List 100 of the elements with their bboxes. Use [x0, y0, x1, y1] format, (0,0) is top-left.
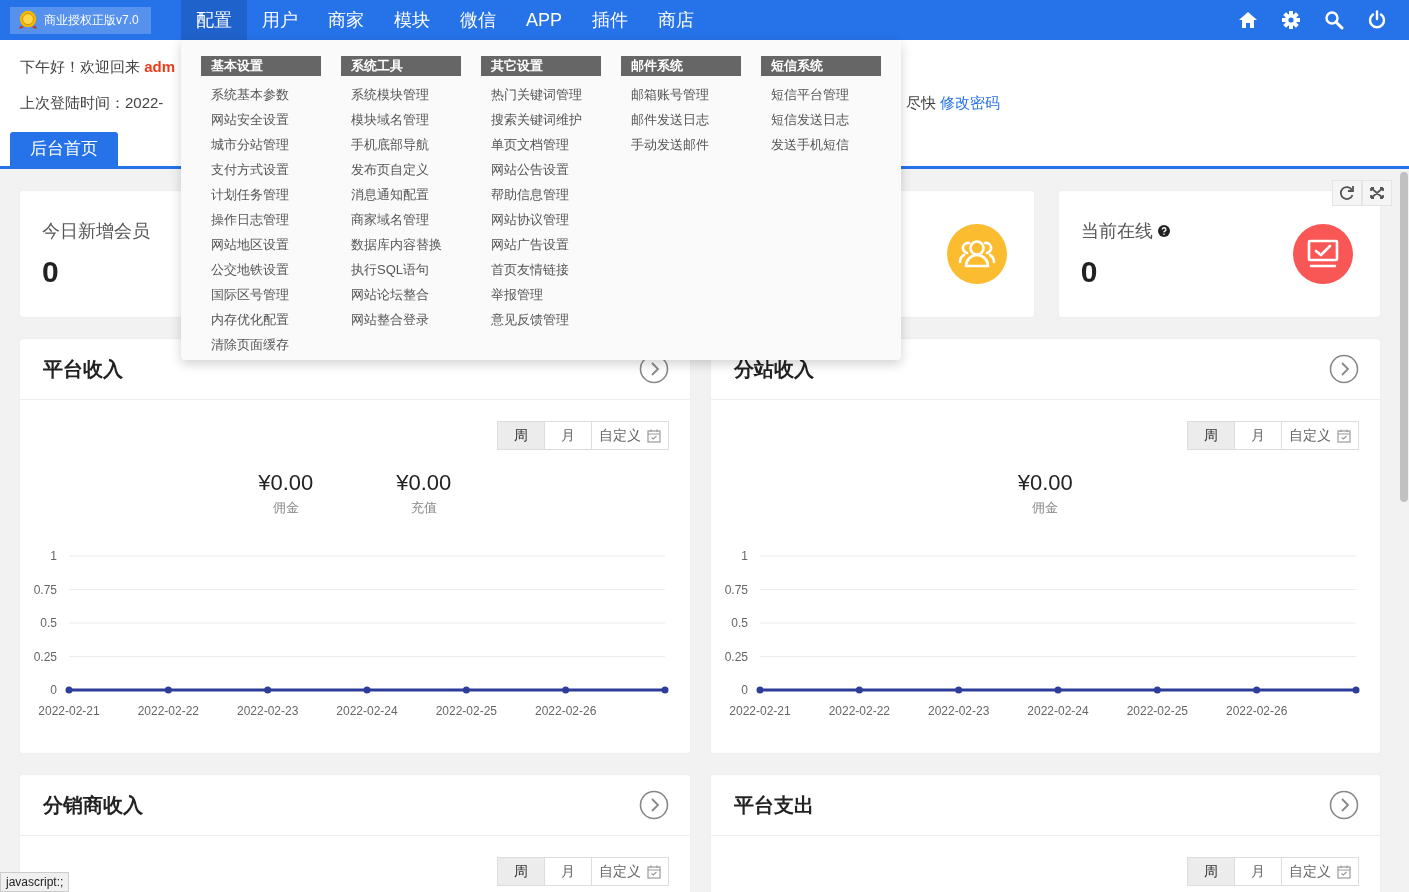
data-point — [462, 686, 470, 694]
menu-item[interactable]: 短信发送日志 — [761, 107, 881, 132]
nav-tab[interactable]: 配置 — [181, 0, 247, 40]
power-icon[interactable] — [1367, 10, 1387, 30]
menu-item[interactable]: 网站公告设置 — [481, 157, 601, 182]
axis-label: 2022-02-23 — [236, 704, 299, 718]
menu-item[interactable]: 操作日志管理 — [201, 207, 321, 232]
data-point — [855, 686, 863, 694]
range-button[interactable]: 周 — [496, 857, 545, 886]
nav-tab[interactable]: 商家 — [313, 0, 379, 40]
nav-tab[interactable]: 商店 — [643, 0, 710, 40]
range-button[interactable]: 自定义 — [1281, 857, 1359, 886]
range-button[interactable]: 月 — [1234, 421, 1282, 450]
menu-item[interactable]: 意见反馈管理 — [481, 307, 601, 332]
menu-item[interactable]: 数据库内容替换 — [341, 232, 461, 257]
settings-icon[interactable] — [1281, 10, 1301, 30]
menu-item[interactable]: 城市分站管理 — [201, 132, 321, 157]
menu-group-header: 基本设置 — [201, 56, 321, 76]
range-button[interactable]: 周 — [1187, 421, 1235, 450]
nav-tab[interactable]: 插件 — [577, 0, 644, 40]
axis-label: 0.75 — [33, 582, 57, 597]
menu-item[interactable]: 短信平台管理 — [761, 82, 881, 107]
nav-tab[interactable]: APP — [511, 0, 578, 40]
change-password-link[interactable]: 修改密码 — [940, 94, 1000, 111]
menu-item[interactable]: 系统模块管理 — [341, 82, 461, 107]
data-point — [164, 686, 172, 694]
menu-item[interactable]: 执行SQL语句 — [341, 257, 461, 282]
chevron-circle-icon[interactable] — [1329, 790, 1359, 820]
range-button[interactable]: 自定义 — [590, 421, 669, 450]
axis-label: 1 — [50, 549, 57, 563]
calendar-icon — [1337, 864, 1351, 879]
menu-item[interactable]: 邮箱账号管理 — [621, 82, 741, 107]
amount-value: ¥0.00 — [396, 470, 452, 496]
nav-tab[interactable]: 微信 — [445, 0, 511, 40]
axis-label: 2022-02-24 — [336, 704, 398, 718]
menu-item[interactable]: 搜索关键词维护 — [481, 107, 601, 132]
menu-item[interactable]: 手机底部导航 — [341, 132, 461, 157]
fullscreen-icon[interactable] — [1362, 180, 1392, 206]
help-icon[interactable] — [1157, 225, 1170, 237]
menu-item[interactable]: 内存优化配置 — [201, 307, 321, 332]
menu-item[interactable]: 清除页面缓存 — [201, 332, 321, 357]
menu-item[interactable]: 网站论坛整合 — [341, 282, 461, 307]
menu-item[interactable]: 邮件发送日志 — [621, 107, 741, 132]
menu-item[interactable]: 热门关键词管理 — [481, 82, 601, 107]
axis-label: 0.25 — [33, 649, 57, 664]
axis-label: 2022-02-24 — [1026, 704, 1089, 718]
data-point — [1153, 686, 1161, 694]
range-button[interactable]: 月 — [1234, 857, 1282, 886]
menu-item[interactable]: 网站地区设置 — [201, 232, 321, 257]
chevron-circle-icon[interactable] — [638, 790, 669, 820]
menu-item[interactable]: 网站整合登录 — [341, 307, 461, 332]
data-point — [562, 686, 570, 694]
menu-item[interactable]: 消息通知配置 — [341, 182, 461, 207]
page-tab[interactable]: 后台首页 — [10, 132, 118, 166]
menu-item[interactable]: 网站协议管理 — [481, 207, 601, 232]
range-button[interactable]: 月 — [543, 421, 592, 450]
chevron-circle-icon[interactable] — [1329, 354, 1359, 384]
data-point — [756, 686, 763, 694]
axis-label: 2022-02-26 — [534, 704, 597, 718]
calendar-icon — [646, 428, 661, 443]
menu-item[interactable]: 单页文档管理 — [481, 132, 601, 157]
menu-item[interactable]: 商家域名管理 — [341, 207, 461, 232]
menu-item[interactable]: 首页友情链接 — [481, 257, 601, 282]
data-point — [65, 686, 73, 694]
range-button[interactable]: 周 — [496, 421, 545, 450]
range-button[interactable]: 自定义 — [590, 857, 669, 886]
axis-label: 2022-02-26 — [1225, 704, 1287, 718]
menu-item[interactable]: 模块域名管理 — [341, 107, 461, 132]
menu-item[interactable]: 公交地铁设置 — [201, 257, 321, 282]
menu-item[interactable]: 手动发送邮件 — [621, 132, 741, 157]
range-button[interactable]: 自定义 — [1281, 421, 1359, 450]
nav-tab[interactable]: 模块 — [379, 0, 445, 40]
menu-item[interactable]: 支付方式设置 — [201, 157, 321, 182]
menu-item[interactable]: 帮助信息管理 — [481, 182, 601, 207]
panel-title: 分销商收入 — [43, 792, 143, 818]
axis-label: 1 — [740, 549, 748, 563]
medal-icon — [17, 9, 39, 31]
menu-item[interactable]: 系统基本参数 — [201, 82, 321, 107]
scrollbar[interactable] — [1400, 172, 1408, 502]
amount-label: 佣金 — [1031, 499, 1060, 517]
menu-item[interactable]: 计划任务管理 — [201, 182, 321, 207]
range-button[interactable]: 月 — [543, 857, 592, 886]
menu-item[interactable]: 发布页自定义 — [341, 157, 461, 182]
menu-item[interactable]: 网站广告设置 — [481, 232, 601, 257]
data-point — [1252, 686, 1260, 694]
last-login-text: 上次登陆时间：2022- — [20, 94, 164, 113]
nav-tab[interactable]: 用户 — [247, 0, 313, 40]
panel-title: 分站收入 — [733, 356, 814, 382]
menu-item[interactable]: 举报管理 — [481, 282, 601, 307]
calendar-icon — [646, 864, 661, 879]
menu-item[interactable]: 网站安全设置 — [201, 107, 321, 132]
data-point — [1054, 686, 1061, 694]
home-icon[interactable] — [1238, 10, 1258, 30]
range-button[interactable]: 周 — [1187, 857, 1235, 886]
search-icon[interactable] — [1324, 10, 1344, 30]
menu-item[interactable]: 国际区号管理 — [201, 282, 321, 307]
refresh-icon[interactable] — [1332, 180, 1362, 206]
stat-label: 当前在线 — [1080, 220, 1153, 243]
menu-item[interactable]: 发送手机短信 — [761, 132, 881, 157]
data-point — [1352, 686, 1359, 694]
